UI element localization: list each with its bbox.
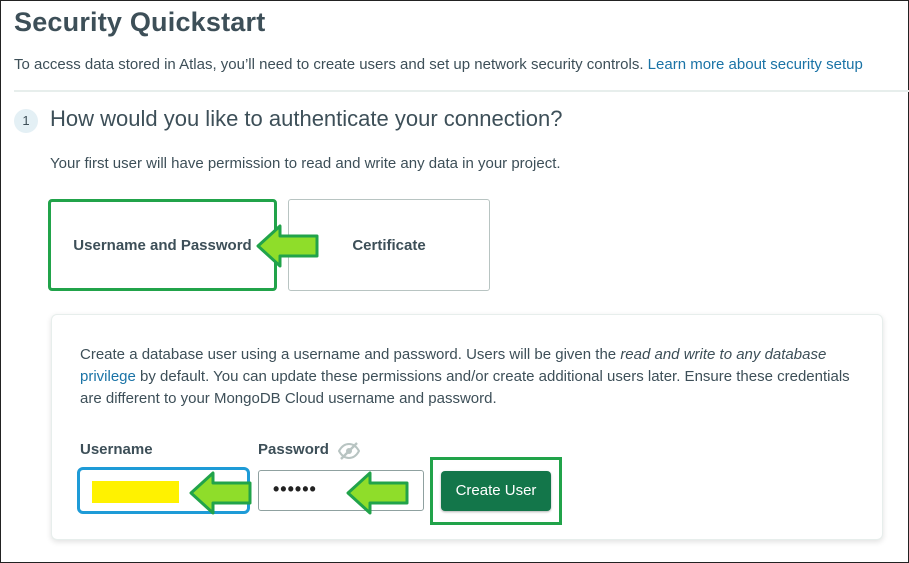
- auth-option-username-password-label: Username and Password: [73, 236, 252, 254]
- arrow-left-icon: [256, 224, 319, 268]
- intro-text: To access data stored in Atlas, you’ll n…: [14, 56, 863, 73]
- learn-more-link[interactable]: Learn more about security setup: [648, 56, 863, 73]
- auth-option-username-password[interactable]: Username and Password: [48, 199, 277, 291]
- username-redacted-value: [92, 481, 179, 503]
- eye-slash-icon[interactable]: [338, 442, 360, 460]
- step-number-badge: 1: [14, 109, 38, 133]
- privilege-link[interactable]: privilege: [80, 368, 136, 385]
- username-label: Username: [80, 441, 153, 458]
- auth-option-certificate-label: Certificate: [352, 236, 426, 254]
- panel-text-2: by default. You can update these permiss…: [80, 368, 850, 407]
- panel-description: Create a database user using a username …: [80, 344, 860, 410]
- create-user-button[interactable]: Create User: [441, 471, 551, 511]
- arrow-left-icon: [189, 471, 252, 515]
- page-title: Security Quickstart: [14, 7, 266, 37]
- user-creation-panel: Create a database user using a username …: [51, 314, 883, 540]
- password-label: Password: [258, 441, 329, 458]
- arrow-left-icon: [346, 471, 409, 515]
- panel-text-italic: read and write to any database: [620, 346, 827, 363]
- divider: [14, 90, 909, 92]
- step-subtitle: Your first user will have permission to …: [50, 155, 561, 172]
- step-title: How would you like to authenticate your …: [50, 106, 563, 131]
- intro-text-body: To access data stored in Atlas, you’ll n…: [14, 56, 648, 73]
- create-user-highlight: Create User: [430, 457, 562, 525]
- panel-text-1: Create a database user using a username …: [80, 346, 621, 363]
